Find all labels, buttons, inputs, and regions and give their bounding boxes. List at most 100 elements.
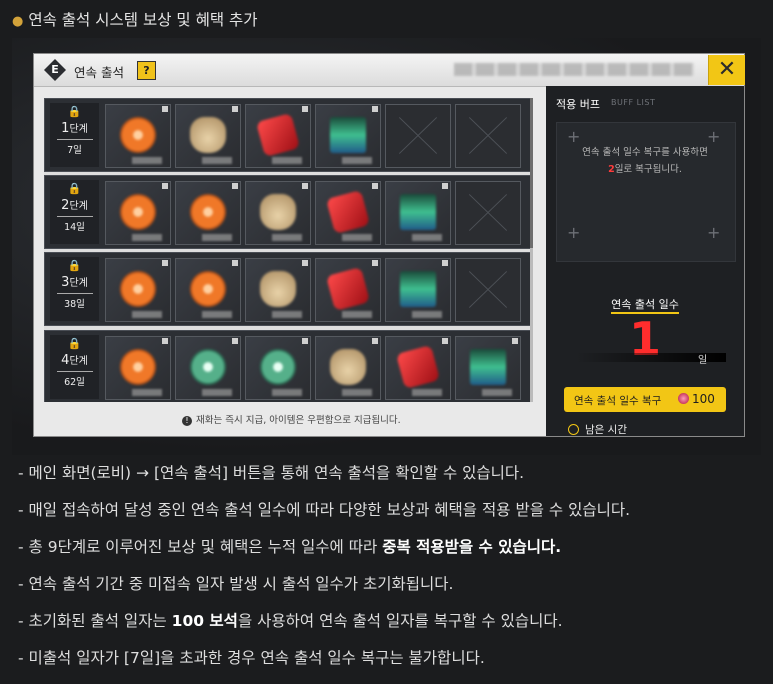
bullet-icon: ● <box>12 14 24 29</box>
plus-icon: + <box>567 223 581 242</box>
item-count-blurred <box>202 157 232 164</box>
green-item-icon <box>260 349 296 385</box>
empty-reward-slot <box>455 104 521 168</box>
reward-slot-green[interactable] <box>175 336 241 400</box>
slot-corner-mark <box>302 338 308 344</box>
reward-slot-card[interactable] <box>385 181 451 245</box>
red-item-icon <box>255 112 301 158</box>
reward-slot-red[interactable] <box>245 104 311 168</box>
reward-row-stage-4: 🔒 4단계 62일 <box>44 330 532 402</box>
reward-slot-red[interactable] <box>315 181 381 245</box>
buff-list-title: 적용 버프 <box>556 98 600 111</box>
item-count-blurred <box>272 157 302 164</box>
slot-corner-mark <box>162 106 168 112</box>
reward-slot-orange[interactable] <box>105 104 171 168</box>
item-count-blurred <box>342 157 372 164</box>
help-button[interactable]: ? <box>137 61 156 80</box>
grid-scrollbar[interactable] <box>530 98 533 402</box>
reward-slot-sack[interactable] <box>175 104 241 168</box>
reward-row-stage-3: 🔒 3단계 38일 <box>44 252 532 326</box>
empty-reward-slot <box>455 181 521 245</box>
stage-days: 62일 <box>64 377 85 388</box>
slot-corner-mark <box>232 183 238 189</box>
item-count-blurred <box>342 311 372 318</box>
lock-icon: 🔒 <box>67 182 82 195</box>
info-item: - 연속 출석 기간 중 미접속 일자 발생 시 출석 일수가 초기화됩니다. <box>18 575 454 593</box>
slot-corner-mark <box>442 260 448 266</box>
reward-slot-orange[interactable] <box>105 336 171 400</box>
stage-label: 🔒 3단계 38일 <box>50 257 99 321</box>
slot-corner-mark <box>442 183 448 189</box>
reward-slot-card[interactable] <box>455 336 521 400</box>
orange-item-icon <box>120 271 156 307</box>
reward-row-stage-2: 🔒 2단계 14일 <box>44 175 532 249</box>
item-count-blurred <box>132 157 162 164</box>
sack-item-icon <box>260 194 296 230</box>
info-item: - 초기화된 출석 일자는 100 보석을 사용하여 연속 출석 일자를 복구할… <box>18 612 563 630</box>
close-button[interactable]: ✕ <box>708 55 745 85</box>
reward-slot-red[interactable] <box>315 258 381 322</box>
slot-corner-mark <box>372 183 378 189</box>
item-count-blurred <box>132 234 162 241</box>
reward-slot-card[interactable] <box>315 104 381 168</box>
item-count-blurred <box>272 234 302 241</box>
period-text-blurred <box>454 63 694 76</box>
scroll-thumb[interactable] <box>530 98 533 248</box>
item-count-blurred <box>342 234 372 241</box>
empty-reward-slot <box>455 258 521 322</box>
stage-label: 🔒 2단계 14일 <box>50 180 99 244</box>
reward-slot-sack[interactable] <box>245 258 311 322</box>
remaining-time: 남은 시간 <box>568 422 627 437</box>
lock-icon: 🔒 <box>67 105 82 118</box>
slot-corner-mark <box>162 183 168 189</box>
slot-corner-mark <box>232 338 238 344</box>
slot-corner-mark <box>372 338 378 344</box>
info-list: - 메인 화면(로비) → [연속 출석] 버튼을 통해 연속 출석을 확인할 … <box>18 460 630 682</box>
restore-description: 연속 출석 일수 복구를 사용하면 2일로 복구됩니다. <box>582 147 708 175</box>
item-count-blurred <box>412 389 442 396</box>
reward-slot-sack[interactable] <box>245 181 311 245</box>
item-count-blurred <box>482 389 512 396</box>
stage-label: 🔒 4단계 62일 <box>50 335 99 399</box>
reward-slot-green[interactable] <box>245 336 311 400</box>
orange-item-icon <box>120 194 156 230</box>
reward-slot-card[interactable] <box>385 258 451 322</box>
item-count-blurred <box>342 389 372 396</box>
slot-corner-mark <box>302 183 308 189</box>
slot-corner-mark <box>162 338 168 344</box>
red-item-icon <box>325 266 371 312</box>
reward-slot-sack[interactable] <box>315 336 381 400</box>
item-count-blurred <box>202 389 232 396</box>
item-count-blurred <box>412 234 442 241</box>
attendance-panel: E 연속 출석 ? ✕ 🔒 1단계 7일 🔒 2단계 14일 🔒 3단계 38일 🔒 4단계 62일 … <box>34 54 745 437</box>
item-count-blurred <box>272 389 302 396</box>
stage-label: 🔒 1단계 7일 <box>50 103 99 167</box>
streak-days-unit: 일 <box>698 355 708 366</box>
plus-icon: + <box>707 223 721 242</box>
buff-slot-area: + + + + <box>556 122 736 262</box>
reward-slot-orange[interactable] <box>175 258 241 322</box>
reward-grid[interactable]: 🔒 1단계 7일 🔒 2단계 14일 🔒 3단계 38일 🔒 4단계 62일 <box>44 98 532 402</box>
slot-corner-mark <box>512 338 518 344</box>
item-count-blurred <box>412 311 442 318</box>
reward-slot-red[interactable] <box>385 336 451 400</box>
slot-corner-mark <box>442 338 448 344</box>
lock-icon: 🔒 <box>67 259 82 272</box>
buff-list-subtitle: BUFF LIST <box>611 98 656 107</box>
reward-slot-orange[interactable] <box>175 181 241 245</box>
sack-item-icon <box>330 349 366 385</box>
info-item: - 매일 접속하여 달성 중인 연속 출석 일수에 따라 다양한 보상과 혜택을… <box>18 501 631 519</box>
slot-corner-mark <box>302 106 308 112</box>
reward-slot-orange[interactable] <box>105 181 171 245</box>
stage-days: 7일 <box>67 145 82 156</box>
item-count-blurred <box>132 311 162 318</box>
reward-slot-orange[interactable] <box>105 258 171 322</box>
slot-corner-mark <box>372 106 378 112</box>
orange-item-icon <box>190 194 226 230</box>
info-icon: ! <box>182 416 192 426</box>
restore-streak-button[interactable]: 연속 출석 일수 복구 100 <box>564 387 726 412</box>
slot-corner-mark <box>372 260 378 266</box>
green-item-icon <box>190 349 226 385</box>
orange-item-icon <box>120 349 156 385</box>
lock-icon: 🔒 <box>67 337 82 350</box>
